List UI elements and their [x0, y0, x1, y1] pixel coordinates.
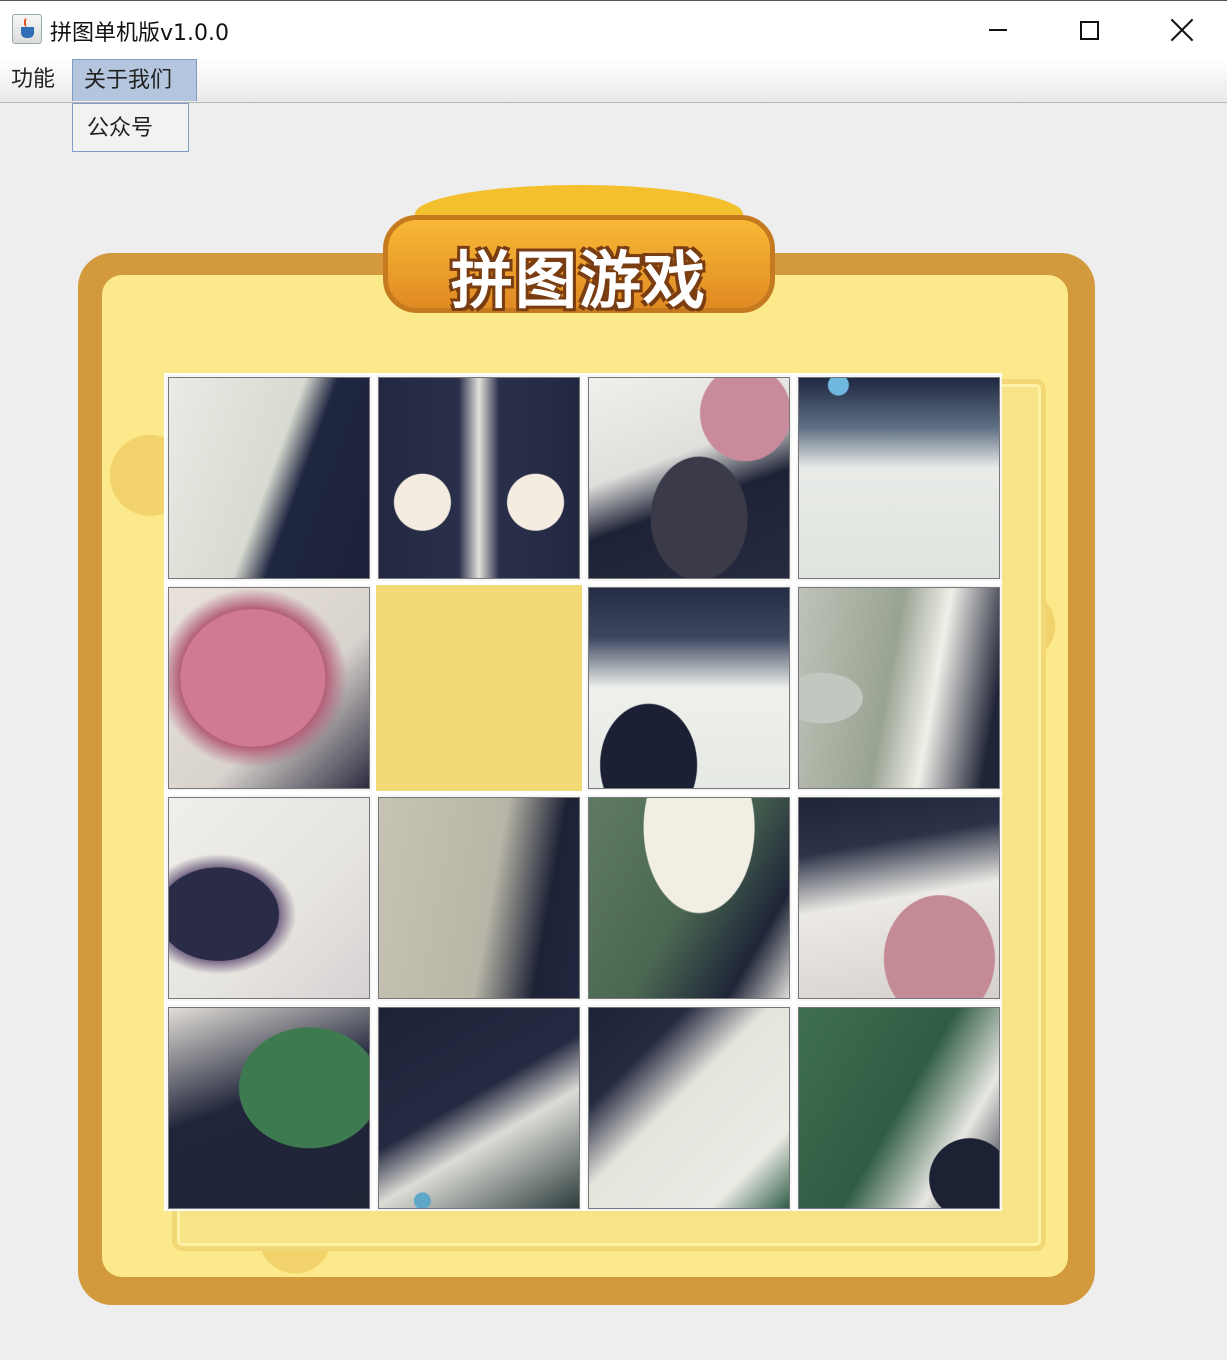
about-dropdown: 公众号: [72, 103, 189, 152]
puzzle-tile[interactable]: [376, 375, 582, 581]
menu-bar: 功能 关于我们: [0, 59, 1227, 103]
java-app-icon: [12, 14, 42, 44]
puzzle-tile[interactable]: [796, 585, 1002, 791]
puzzle-tile[interactable]: [166, 1005, 372, 1211]
puzzle-grid: [164, 373, 1002, 1211]
puzzle-tile[interactable]: [586, 1005, 792, 1211]
puzzle-tile[interactable]: [376, 1005, 582, 1211]
puzzle-tile[interactable]: [586, 585, 792, 791]
minimize-icon: [989, 29, 1007, 31]
puzzle-tile[interactable]: [796, 795, 1002, 1001]
puzzle-tile[interactable]: [586, 795, 792, 1001]
menu-function[interactable]: 功能: [0, 59, 66, 101]
banner-title: 拼图游戏: [450, 244, 707, 317]
puzzle-tile[interactable]: [166, 795, 372, 1001]
puzzle-tile[interactable]: [796, 375, 1002, 581]
minimize-button[interactable]: [952, 1, 1044, 59]
menu-item-official-account[interactable]: 公众号: [73, 104, 188, 151]
title-banner: 拼图游戏: [383, 185, 775, 317]
puzzle-tile[interactable]: [376, 795, 582, 1001]
close-button[interactable]: [1136, 1, 1227, 59]
empty-tile[interactable]: [376, 585, 582, 791]
window-title: 拼图单机版v1.0.0: [50, 21, 229, 46]
puzzle-tile[interactable]: [166, 585, 372, 791]
puzzle-tile[interactable]: [166, 375, 372, 581]
menu-about-us[interactable]: 关于我们: [72, 59, 197, 101]
maximize-icon: [1080, 21, 1099, 40]
title-bar: 拼图单机版v1.0.0: [0, 1, 1227, 59]
maximize-button[interactable]: [1044, 1, 1136, 59]
puzzle-tile[interactable]: [796, 1005, 1002, 1211]
app-window: 拼图单机版v1.0.0 功能 关于我们 公众号 拼图游戏: [0, 0, 1227, 1360]
puzzle-tile[interactable]: [586, 375, 792, 581]
close-icon: [1170, 18, 1194, 42]
